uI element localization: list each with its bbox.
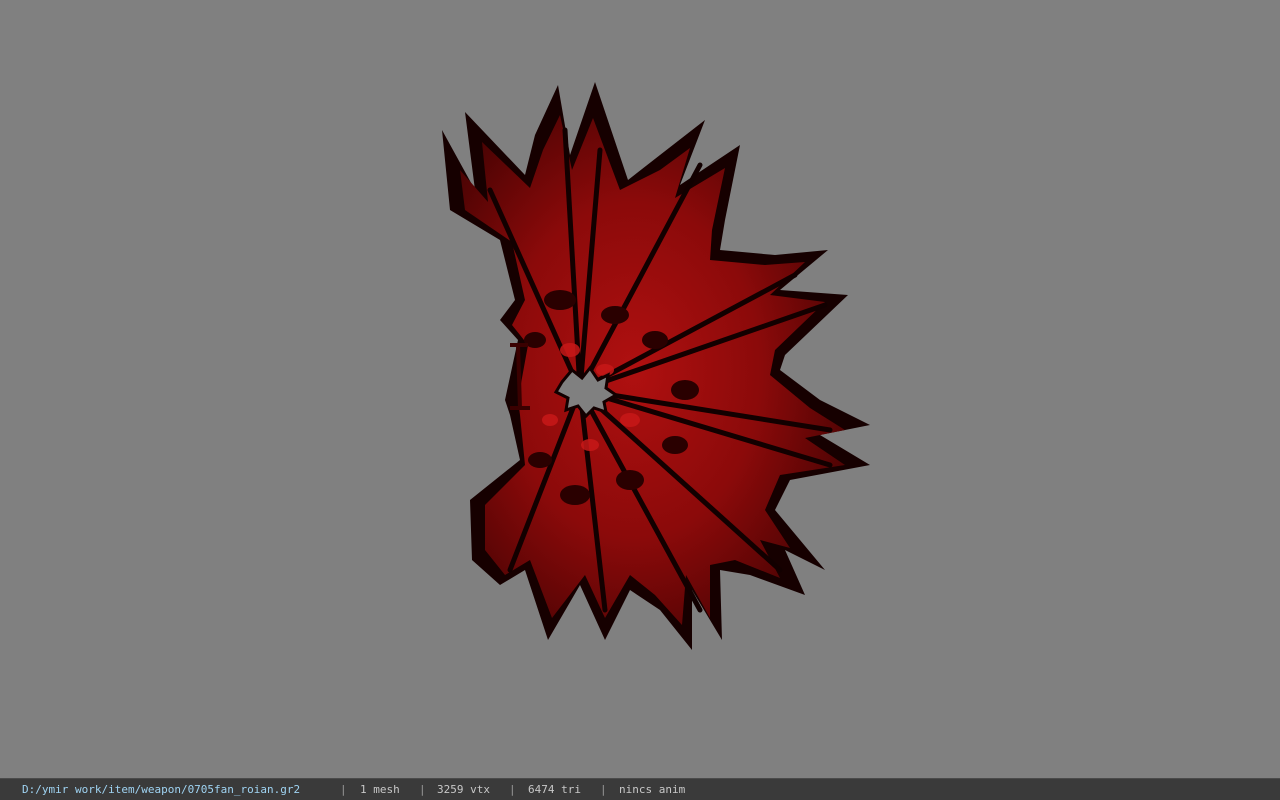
fan-model-render[interactable]	[430, 70, 890, 670]
status-separator: |	[419, 783, 426, 796]
status-separator: |	[509, 783, 516, 796]
animation-status-label: nincs anim	[619, 783, 686, 796]
file-path-label: D:/ymir work/item/weapon/0705fan_roian.g…	[22, 783, 301, 796]
status-bar: D:/ymir work/item/weapon/0705fan_roian.g…	[0, 778, 1280, 800]
triangle-count-label: 6474 tri	[528, 783, 581, 796]
3d-viewport[interactable]	[0, 0, 1280, 778]
status-separator: |	[340, 783, 347, 796]
mesh-count-label: 1 mesh	[360, 783, 400, 796]
vertex-count-label: 3259 vtx	[437, 783, 490, 796]
status-separator: |	[600, 783, 607, 796]
